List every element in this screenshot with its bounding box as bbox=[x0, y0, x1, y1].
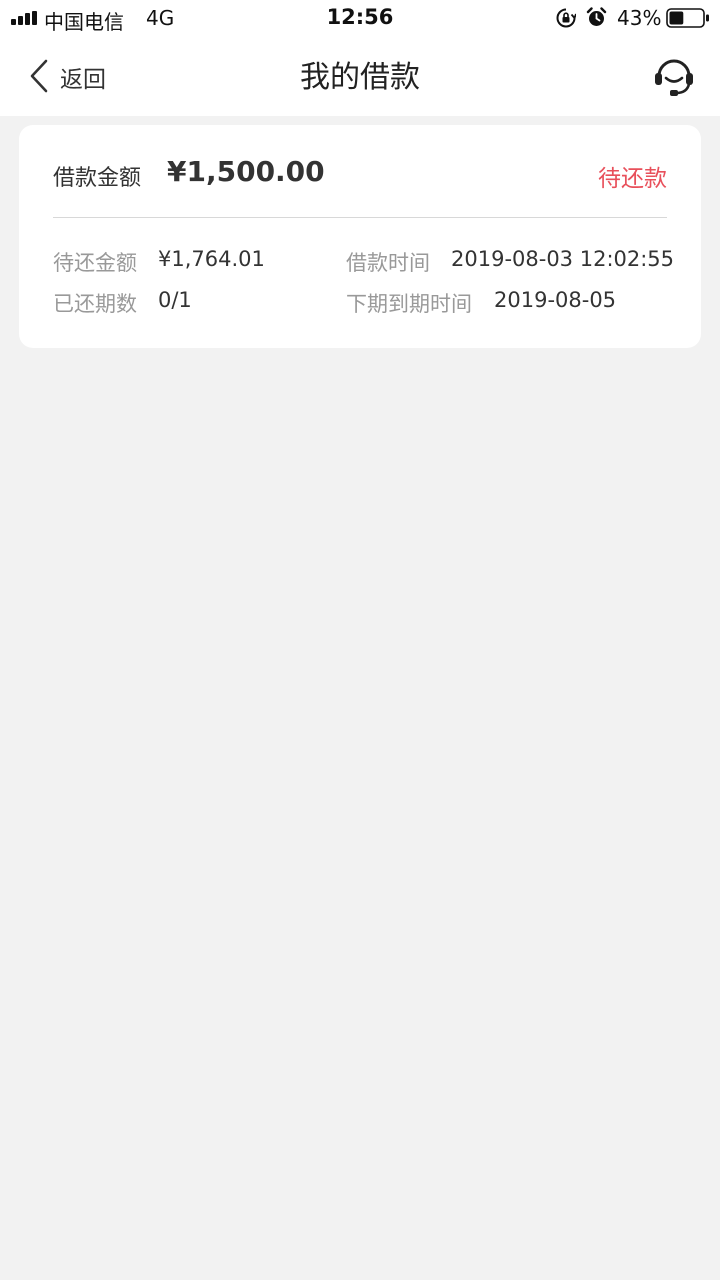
loan-amount-label: 借款金额 bbox=[53, 166, 142, 191]
battery-percentage: 43% bbox=[617, 6, 662, 30]
loan-card[interactable]: 借款金额 ¥1,500.00 待还款 待还金额 ¥1,764.01 借款时间 2… bbox=[19, 125, 701, 348]
back-label: 返回 bbox=[60, 67, 106, 93]
battery-icon bbox=[666, 8, 709, 28]
loan-time-label: 借款时间 bbox=[346, 251, 430, 275]
loan-time-value: 2019-08-03 12:02:55 bbox=[451, 247, 675, 271]
loan-time-row: 借款时间 2019-08-03 12:02:55 bbox=[346, 247, 674, 277]
loan-amount-value: ¥1,500.00 bbox=[167, 155, 325, 188]
loan-card-header: 借款金额 ¥1,500.00 待还款 bbox=[53, 155, 667, 195]
repaid-periods-value: 0/1 bbox=[158, 288, 192, 312]
next-due-label: 下期到期时间 bbox=[346, 292, 472, 316]
customer-service-icon[interactable] bbox=[652, 54, 696, 98]
rotation-lock-icon bbox=[556, 8, 576, 28]
navigation-bar: 返回 我的借款 bbox=[0, 38, 720, 116]
back-button[interactable]: 返回 bbox=[22, 54, 122, 100]
next-due-value: 2019-08-05 bbox=[494, 288, 617, 312]
status-bar: 中国电信 4G 12:56 43% bbox=[0, 0, 720, 38]
status-time: 12:56 bbox=[326, 5, 394, 29]
repaid-periods-row: 已还期数 0/1 bbox=[53, 288, 192, 318]
pending-amount-row: 待还金额 ¥1,764.01 bbox=[53, 247, 265, 277]
repaid-periods-label: 已还期数 bbox=[53, 292, 137, 316]
status-badge: 待还款 bbox=[598, 166, 667, 192]
chevron-left-icon bbox=[30, 59, 48, 93]
alarm-icon bbox=[586, 7, 607, 26]
next-due-row: 下期到期时间 2019-08-05 bbox=[346, 288, 616, 318]
pending-amount-label: 待还金额 bbox=[53, 251, 137, 275]
divider bbox=[53, 217, 667, 218]
pending-amount-value: ¥1,764.01 bbox=[158, 247, 265, 271]
